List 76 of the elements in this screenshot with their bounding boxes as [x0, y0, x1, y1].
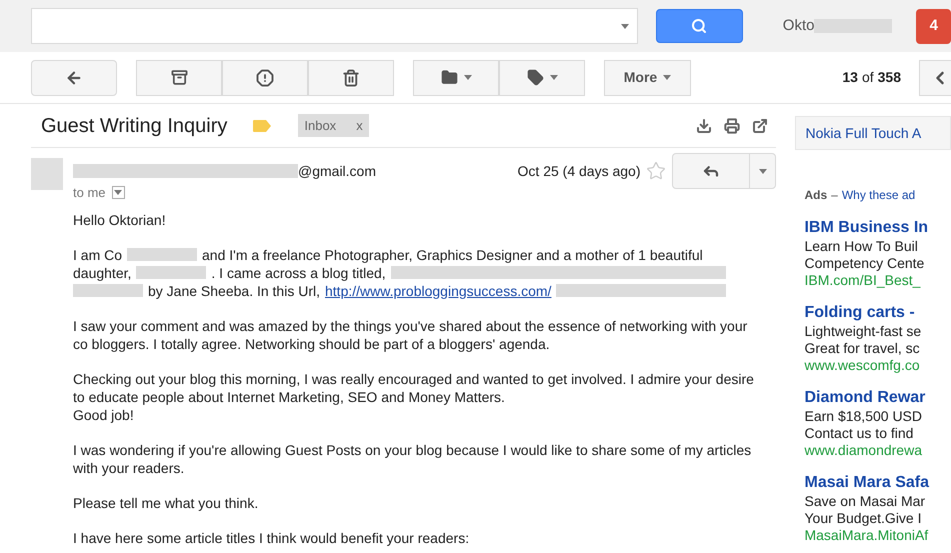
label-tag-icon — [253, 120, 272, 132]
redaction-bar — [127, 248, 198, 261]
ads-dash: – — [831, 187, 838, 204]
more-button[interactable]: More — [604, 60, 691, 96]
ad-text: Great for travel, sc — [804, 340, 921, 357]
ad-text: Save on Masai Mar — [804, 493, 926, 510]
pager-current: 13 — [842, 68, 858, 87]
archive-button[interactable] — [136, 60, 222, 96]
ad-url[interactable]: www.diamondrewa — [804, 442, 951, 459]
caret-icon — [114, 190, 122, 196]
caret-icon — [464, 75, 472, 80]
body-text: daughter, — [73, 264, 132, 282]
body-link[interactable]: http://www.probloggingsuccess.com/ — [325, 282, 552, 300]
promo-box[interactable]: Nokia Full Touch A — [795, 116, 951, 150]
folder-icon — [440, 69, 458, 86]
body-text: Please tell me what you think. — [73, 494, 258, 510]
print-icon — [724, 118, 740, 134]
ad-text: Lightweight-fast se — [804, 323, 922, 340]
move-button[interactable] — [413, 60, 499, 96]
ad-text: Your Budget.Give I — [804, 510, 922, 527]
ad-url[interactable]: MasaiMara.MitoniAf — [804, 527, 951, 544]
redaction-bar — [136, 266, 206, 279]
spam-button[interactable] — [222, 60, 308, 96]
notification-badge[interactable]: 4 — [916, 8, 951, 44]
message-date: Oct 25 (4 days ago) — [518, 162, 640, 181]
ad-title[interactable]: Masai Mara Safa — [804, 473, 951, 493]
redaction-bar — [73, 284, 143, 297]
body-text: Hello Oktorian! — [73, 212, 166, 228]
pager-total: 358 — [878, 68, 901, 87]
label-name: Inbox — [304, 116, 336, 135]
search-icon — [691, 18, 708, 34]
search-button[interactable] — [656, 9, 743, 43]
ad-title[interactable]: IBM Business In — [804, 218, 951, 238]
delete-button[interactable] — [308, 60, 394, 96]
archive-icon — [170, 69, 188, 86]
subject-title: Guest Writing Inquiry — [41, 114, 228, 138]
ad-text: Contact us to find — [804, 425, 914, 442]
remove-label-button[interactable]: x — [356, 116, 363, 136]
body-text: I saw your comment and was amazed by the things you've shared about the essence of networking with your co bloggers. I totally agree. Networking should be part of a bloggers' agenda. — [73, 318, 748, 352]
star-icon[interactable] — [646, 161, 666, 181]
caret-icon — [550, 75, 558, 80]
body-text: Checking out your blog this morning, I was really encouraged and wanted to get involved. I admire your desire to educate people about Internet Marketing, SEO and Money Matters. — [73, 370, 754, 404]
ad-title[interactable]: Folding carts - — [804, 303, 951, 323]
search-field[interactable] — [31, 8, 638, 44]
previous-button[interactable] — [919, 60, 951, 96]
body-text: and I'm a freelance Photographer, Graphics Designer and a mother of 1 beautiful — [202, 246, 703, 264]
ad-text: Learn How To Buil — [804, 238, 919, 255]
alert-icon — [256, 68, 274, 86]
body-text: I was wondering if you're allowing Guest Posts on your blog because I would like to share some of my articles with your readers. — [73, 442, 752, 476]
sender-avatar — [31, 158, 63, 190]
caret-icon — [620, 24, 629, 28]
ad-text: Competency Cente — [804, 255, 926, 272]
ad-url[interactable]: www.wescomfg.co — [804, 357, 951, 374]
tag-icon — [526, 69, 544, 86]
body-text: Good job! — [73, 406, 134, 422]
recipient-text: to me — [73, 184, 106, 202]
body-text: . I came across a blog titled, — [211, 264, 386, 282]
pager-of: of — [862, 68, 874, 87]
body-text: I have here some article titles I think would benefit your readers: — [73, 530, 470, 546]
ad-url[interactable]: IBM.com/BI_Best_ — [804, 272, 951, 289]
sender-email: @gmail.com — [298, 162, 376, 181]
ads-info-link[interactable]: Why these ad — [842, 186, 916, 204]
ad-text: Earn $18,500 USD — [804, 408, 924, 425]
reply-button[interactable] — [672, 153, 776, 189]
account-name[interactable]: Okto — [782, 14, 814, 38]
ad-title[interactable]: Diamond Rewar — [804, 388, 951, 408]
caret-icon — [663, 75, 672, 80]
body-text: by Jane Sheeba. In this Url, — [148, 282, 320, 300]
caret-icon — [758, 168, 767, 174]
details-dropdown[interactable] — [112, 186, 125, 200]
ads-label: Ads — [804, 187, 828, 204]
download-icon — [696, 118, 712, 134]
trash-icon — [342, 68, 360, 86]
body-text: I am Co — [73, 246, 122, 264]
new-window-icon — [752, 118, 768, 134]
labels-button[interactable] — [499, 60, 585, 96]
